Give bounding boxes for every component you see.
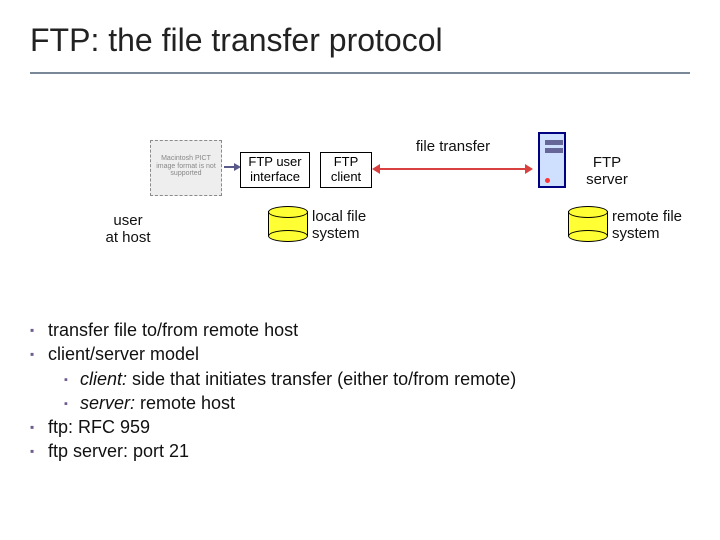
server-icon <box>538 132 566 188</box>
label-local-fs: local file system <box>312 208 392 243</box>
arrow-user-to-ui <box>224 166 234 168</box>
bullet-term: client: <box>80 369 127 389</box>
arrow-file-transfer <box>380 168 525 170</box>
label-file-transfer: file transfer <box>398 138 508 155</box>
bullet-text: client/server model <box>48 344 199 364</box>
box-ftp-user-interface: FTP user interface <box>240 152 310 188</box>
label-user-at-host: user at host <box>88 212 168 247</box>
label-remote-fs: remote file system <box>612 208 702 243</box>
local-fs-icon <box>268 206 308 236</box>
bullet-item: transfer file to/from remote host <box>30 318 690 342</box>
bullet-item: client: side that initiates transfer (ei… <box>64 367 690 391</box>
remote-fs-icon <box>568 206 608 236</box>
bullet-text: remote host <box>135 393 235 413</box>
bullet-list: transfer file to/from remote host client… <box>30 318 690 464</box>
bullet-text: transfer file to/from remote host <box>48 320 298 340</box>
box-ftp-client: FTP client <box>320 152 372 188</box>
title-underline <box>30 72 690 74</box>
bullet-item: client/server model <box>30 342 690 366</box>
bullet-text: ftp: RFC 959 <box>48 417 150 437</box>
bullet-item: ftp server: port 21 <box>30 439 690 463</box>
label-ftp-server: FTP server <box>572 154 642 189</box>
bullet-term: server: <box>80 393 135 413</box>
user-person-icon: Macintosh PICT image format is not suppo… <box>150 140 222 196</box>
bullet-item: server: remote host <box>64 391 690 415</box>
ftp-diagram: Macintosh PICT image format is not suppo… <box>0 100 720 280</box>
slide-title: FTP: the file transfer protocol <box>30 22 443 59</box>
bullet-text: side that initiates transfer (either to/… <box>127 369 516 389</box>
bullet-text: ftp server: port 21 <box>48 441 189 461</box>
bullet-item: ftp: RFC 959 <box>30 415 690 439</box>
